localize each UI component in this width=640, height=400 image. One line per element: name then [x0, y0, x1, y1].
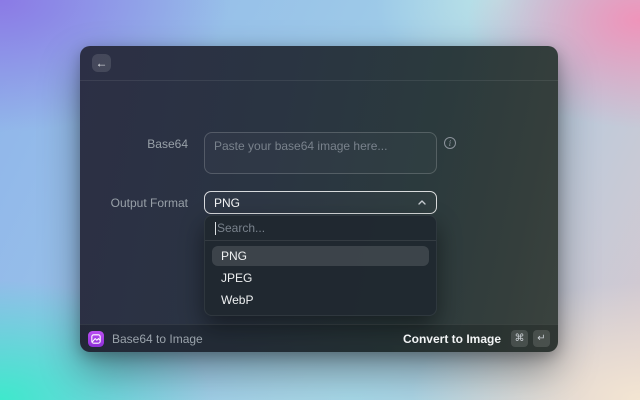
info-icon[interactable]: i: [444, 137, 456, 149]
output-format-field-label: Output Format: [80, 196, 188, 210]
base64-to-image-window: ← Base64 i Output Format PNG PNG: [80, 46, 558, 352]
cmd-key-icon: ⌘: [511, 330, 528, 347]
back-button[interactable]: ←: [92, 54, 111, 72]
action-bar: Base64 to Image Convert to Image ⌘ ↵: [80, 324, 558, 352]
dropdown-option-png[interactable]: PNG: [212, 246, 429, 266]
output-format-select[interactable]: PNG: [204, 191, 437, 214]
back-arrow-icon: ←: [96, 57, 108, 69]
base64-input[interactable]: [204, 132, 437, 174]
dropdown-search-row: [205, 216, 436, 241]
app-name: Base64 to Image: [112, 332, 203, 346]
output-format-value: PNG: [214, 196, 240, 210]
window-header: ←: [80, 46, 558, 81]
form-content: Base64 i Output Format PNG PNG: [80, 82, 558, 324]
base64-input-wrap: [204, 132, 437, 174]
primary-action: Convert to Image ⌘ ↵: [403, 330, 550, 347]
dropdown-options: PNG JPEG WebP: [205, 241, 436, 315]
dropdown-search-input[interactable]: [217, 221, 426, 235]
chevron-up-icon: [417, 199, 427, 206]
convert-to-image-button[interactable]: Convert to Image: [403, 332, 501, 346]
image-icon: [88, 331, 104, 347]
output-format-dropdown: PNG JPEG WebP: [204, 215, 437, 316]
dropdown-option-webp[interactable]: WebP: [212, 290, 429, 310]
text-cursor: [215, 222, 216, 235]
base64-field-label: Base64: [80, 137, 188, 151]
enter-key-icon: ↵: [533, 330, 550, 347]
dropdown-option-jpeg[interactable]: JPEG: [212, 268, 429, 288]
